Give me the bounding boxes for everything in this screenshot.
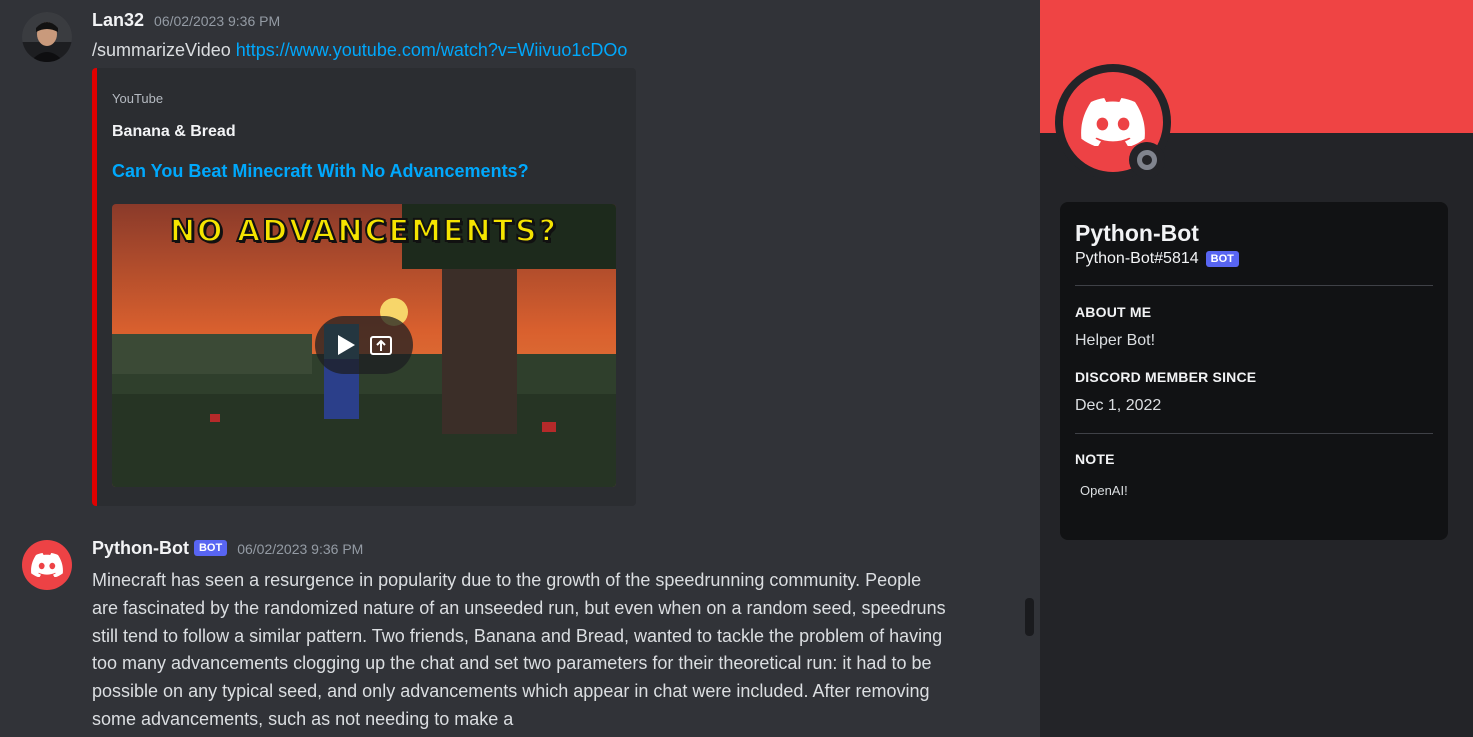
message-content: Minecraft has seen a resurgence in popul…: [92, 570, 946, 729]
profile-avatar-wrapper: [1055, 64, 1171, 180]
message-timestamp: 06/02/2023 9:36 PM: [154, 13, 281, 29]
bot-avatar[interactable]: [22, 540, 72, 590]
bot-badge: BOT: [193, 540, 228, 556]
video-controls: [315, 316, 413, 374]
discord-logo-icon: [31, 553, 63, 577]
user-avatar[interactable]: [22, 12, 72, 62]
message-content: /summarizeVideo https://www.youtube.com/…: [92, 40, 627, 61]
status-indicator: [1137, 150, 1157, 170]
profile-username-row: Python-Bot#5814 BOT: [1075, 250, 1239, 268]
author-name[interactable]: Lan32: [92, 10, 144, 31]
embed-provider[interactable]: YouTube: [112, 91, 163, 106]
command-text: /summarizeVideo: [92, 40, 231, 60]
embed-title[interactable]: Can You Beat Minecraft With No Advanceme…: [112, 161, 529, 182]
profile-username[interactable]: Python-Bot#5814: [1075, 250, 1199, 268]
divider: [1075, 285, 1433, 286]
message-lan32: Lan32 06/02/2023 9:36 PM /summarizeVideo…: [0, 10, 1010, 510]
video-link[interactable]: https://www.youtube.com/watch?v=Wiivuo1c…: [236, 40, 628, 60]
note-field[interactable]: OpenAI!: [1080, 483, 1128, 498]
note-heading: NOTE: [1075, 451, 1115, 467]
offline-status-icon: [1129, 142, 1165, 178]
about-me-heading: ABOUT ME: [1075, 304, 1152, 320]
thumbnail-caption: NO ADVANCEMENTS?: [169, 213, 559, 250]
bot-badge: BOT: [1205, 251, 1239, 267]
profile-card: Python-Bot Python-Bot#5814 BOT ABOUT ME …: [1060, 202, 1448, 540]
embed-author[interactable]: Banana & Bread: [112, 123, 236, 141]
profile-display-name: Python-Bot: [1075, 220, 1199, 246]
youtube-embed: YouTube Banana & Bread Can You Beat Mine…: [92, 68, 636, 506]
message-python-bot: Python-Bot BOT 06/02/2023 9:36 PM Minecr…: [0, 538, 1010, 737]
about-me-text: Helper Bot!: [1075, 332, 1156, 349]
member-since-heading: DISCORD MEMBER SINCE: [1075, 369, 1257, 385]
member-since-date: Dec 1, 2022: [1075, 397, 1162, 414]
message-header: Python-Bot BOT 06/02/2023 9:36 PM: [92, 538, 363, 559]
user-profile-panel: Python-Bot Python-Bot#5814 BOT ABOUT ME …: [1040, 0, 1473, 737]
video-thumbnail[interactable]: NO ADVANCEMENTS?: [112, 204, 616, 487]
message-header: Lan32 06/02/2023 9:36 PM: [92, 10, 280, 31]
play-icon[interactable]: [335, 333, 357, 357]
divider: [1075, 433, 1433, 434]
discord-logo-icon: [1081, 98, 1145, 146]
author-name[interactable]: Python-Bot: [92, 538, 189, 559]
message-timestamp: 06/02/2023 9:36 PM: [237, 541, 364, 557]
chat-area: Lan32 06/02/2023 9:36 PM /summarizeVideo…: [0, 0, 1025, 737]
chat-scrollbar-thumb[interactable]: [1025, 598, 1034, 636]
open-external-icon[interactable]: [369, 333, 393, 357]
